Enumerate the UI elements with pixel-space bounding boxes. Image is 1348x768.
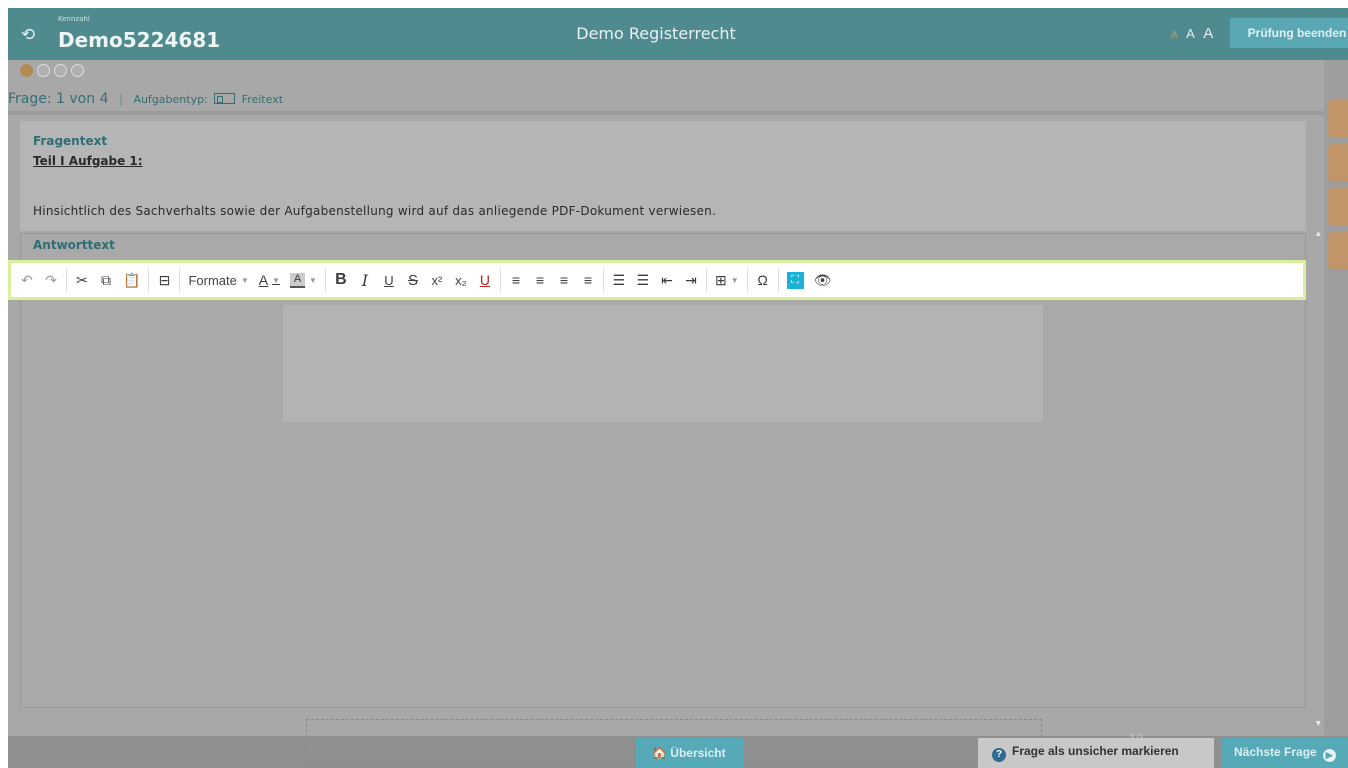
formats-dropdown[interactable]: Formate ▼ xyxy=(184,266,252,294)
fullscreen-icon: ⛶ xyxy=(786,271,804,289)
refresh-logo-icon: ⟲ xyxy=(20,25,36,45)
paste-icon[interactable]: 📋 xyxy=(119,266,144,294)
arrow-right-icon: ▶ xyxy=(1322,748,1336,762)
question-progress-dots xyxy=(20,64,85,78)
question-label: Fragentext xyxy=(33,134,108,148)
end-exam-button[interactable]: Prüfung beenden xyxy=(1230,18,1348,48)
formats-label: Formate xyxy=(188,272,237,288)
underline-button[interactable]: U xyxy=(378,266,400,294)
question-counter: Frage: 1 von 4 xyxy=(8,91,109,107)
task-type-label: Aufgabentyp: xyxy=(133,93,208,106)
footer-bar: – 10 – 🏠 Übersicht ?Frage als unsicher m… xyxy=(8,719,1348,768)
question-meta: Frage: 1 von 4 | Aufgabentyp: Freitext xyxy=(8,91,283,107)
meta-separator: | xyxy=(118,92,123,106)
remove-format-button[interactable]: U xyxy=(474,266,496,294)
toolbar-separator xyxy=(66,268,67,292)
editor-toolbar: ↶ ↷ ✂ ⧉ 📋 ⊟ Formate ▼ A ▼ A ▼ B I U S x² x₂… xyxy=(8,260,1306,300)
kennzahl-label: Kennzahl xyxy=(58,15,90,23)
next-question-label: Nächste Frage xyxy=(1234,744,1317,759)
redo-button[interactable]: ↷ xyxy=(40,266,62,294)
justify-icon[interactable]: ≡ xyxy=(577,266,599,294)
scroll-down-icon[interactable]: ▼ xyxy=(1316,720,1321,727)
toolbar-separator xyxy=(499,268,501,292)
preview-eye-icon[interactable]: 👁 xyxy=(810,266,836,294)
italic-button[interactable]: I xyxy=(354,266,376,294)
superscript-button[interactable]: x² xyxy=(426,266,448,294)
side-tab[interactable] xyxy=(1328,188,1348,226)
cut-icon[interactable]: ✂ xyxy=(71,266,93,294)
align-right-icon[interactable]: ≡ xyxy=(553,266,575,294)
side-tab[interactable] xyxy=(1328,100,1348,138)
toolbar-separator xyxy=(179,268,181,292)
background-color-button[interactable]: A ▼ xyxy=(286,266,321,294)
answer-box: Antworttext xyxy=(20,233,1306,708)
table-icon: ⊞ xyxy=(714,271,727,288)
font-color-button[interactable]: A ▼ xyxy=(255,266,284,294)
fullscreen-button[interactable]: ⛶ xyxy=(783,266,808,294)
toolbar-separator xyxy=(148,268,150,292)
overview-label: Übersicht xyxy=(670,746,726,760)
copy-icon[interactable]: ⧉ xyxy=(95,266,117,294)
toolbar-separator xyxy=(705,268,707,292)
font-size-small-button[interactable]: A xyxy=(1171,30,1178,41)
question-task-title: Teil I Aufgabe 1: xyxy=(33,154,143,168)
kennzahl-value: Demo5224681 xyxy=(58,28,221,52)
undo-button[interactable]: ↶ xyxy=(16,266,38,294)
question-dot-current[interactable] xyxy=(20,64,33,77)
mark-unsure-button[interactable]: ? Frage als unsicher markieren xyxy=(978,738,1214,768)
answer-editor[interactable] xyxy=(283,305,1043,422)
question-text: Hinsichtlich des Sachverhalts sowie der … xyxy=(33,204,717,218)
font-size-medium-button[interactable]: A xyxy=(1186,26,1195,41)
toolbar-separator xyxy=(602,268,604,292)
divider xyxy=(8,111,1324,115)
table-button[interactable]: ⊞ ▼ xyxy=(711,266,743,294)
mark-unsure-label: Frage als unsicher markieren xyxy=(1012,744,1179,758)
align-center-icon[interactable]: ≡ xyxy=(529,266,551,294)
bullet-list-icon[interactable]: ☰ xyxy=(608,266,630,294)
font-size-switcher: A A A xyxy=(1171,25,1217,43)
exam-title: Demo Registerrecht xyxy=(576,24,736,43)
side-tab[interactable] xyxy=(1328,232,1348,270)
bold-button[interactable]: B xyxy=(330,266,352,294)
freetext-type-icon xyxy=(214,93,236,104)
side-tab[interactable] xyxy=(1328,144,1348,182)
font-size-large-button[interactable]: A xyxy=(1203,25,1213,42)
indent-icon[interactable]: ⇥ xyxy=(680,266,702,294)
chevron-down-icon: ▼ xyxy=(309,275,317,285)
home-icon: 🏠 xyxy=(652,746,671,760)
special-character-icon[interactable]: Ω xyxy=(752,266,774,294)
chevron-down-icon: ▼ xyxy=(730,275,739,285)
question-dot[interactable] xyxy=(71,64,85,77)
outdent-icon[interactable]: ⇤ xyxy=(656,266,678,294)
question-mark-icon: ? xyxy=(992,748,1006,762)
answer-label: Antworttext xyxy=(33,238,115,252)
toolbar-separator xyxy=(777,268,779,292)
page-break-icon[interactable]: ⊟ xyxy=(153,266,175,294)
chevron-down-icon: ▼ xyxy=(272,275,281,285)
scroll-up-icon[interactable]: ▲ xyxy=(1316,230,1321,237)
question-dot[interactable] xyxy=(37,64,51,77)
right-side-panel xyxy=(1324,60,1348,736)
next-question-button[interactable]: Nächste Frage ▶ xyxy=(1222,738,1348,768)
question-box: Fragentext Teil I Aufgabe 1: Hinsichtlic… xyxy=(20,121,1306,231)
toolbar-separator xyxy=(324,268,326,292)
question-dot[interactable] xyxy=(54,64,68,77)
toolbar-separator xyxy=(746,268,748,292)
align-left-icon[interactable]: ≡ xyxy=(505,266,527,294)
font-color-icon: A xyxy=(258,272,269,288)
subscript-button[interactable]: x₂ xyxy=(450,266,472,294)
task-type-value: Freitext xyxy=(241,93,284,106)
strikethrough-button[interactable]: S xyxy=(402,266,424,294)
background-color-icon: A xyxy=(290,272,306,288)
chevron-down-icon: ▼ xyxy=(240,275,249,285)
main-content: Frage: 1 von 4 | Aufgabentyp: Freitext F… xyxy=(8,60,1324,736)
top-header: ⟲ Kennzahl Demo5224681 Demo Registerrech… xyxy=(8,8,1348,60)
overview-button[interactable]: 🏠 Übersicht xyxy=(636,738,744,768)
numbered-list-icon[interactable]: ☰ xyxy=(632,266,654,294)
